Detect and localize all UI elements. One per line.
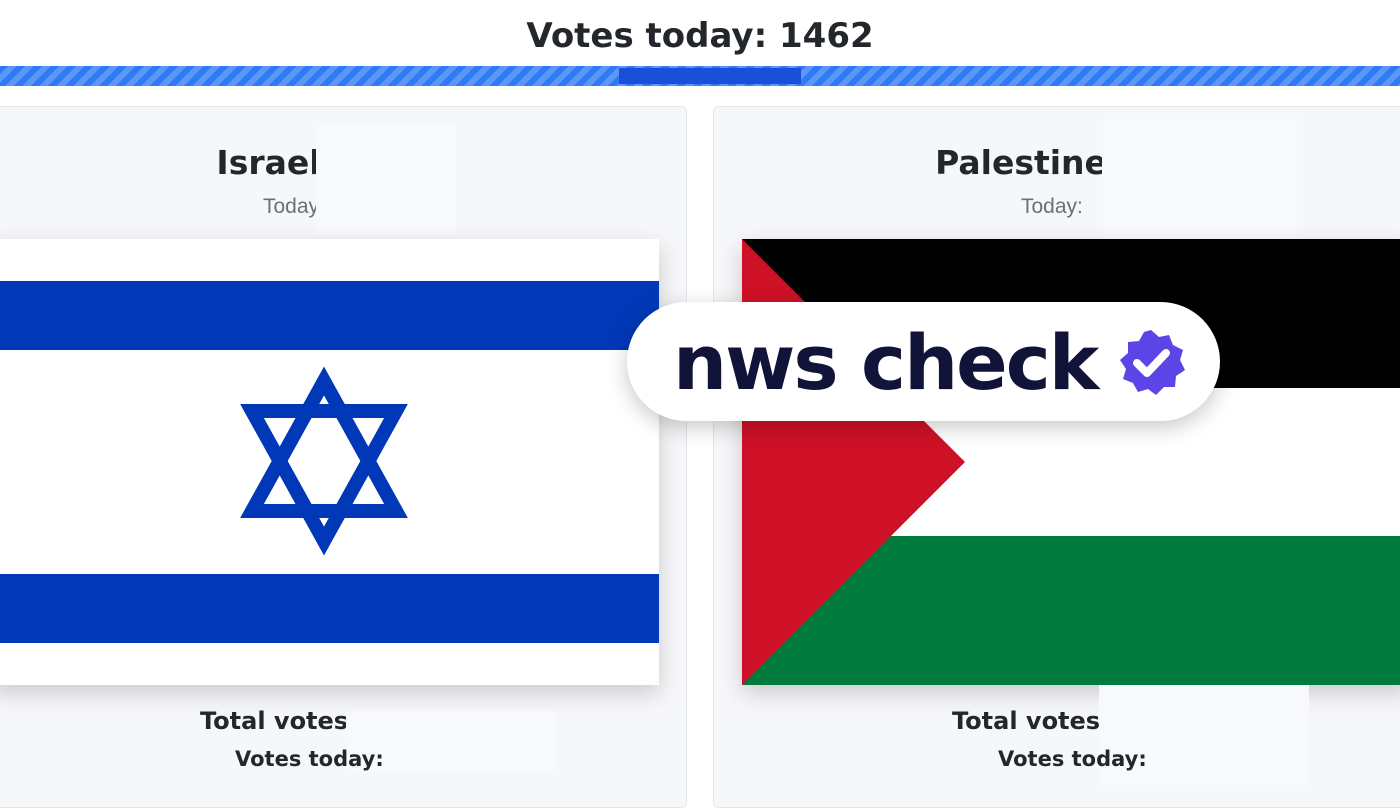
votes-today-heading: Votes today: 1462 — [526, 16, 874, 56]
israel-flag-image — [0, 239, 659, 685]
votes-today-label: Votes today: — [235, 747, 384, 771]
hidden-value-mask — [1102, 119, 1302, 239]
nws-check-watermark: nws check — [627, 302, 1220, 421]
watermark-text: nws check — [673, 318, 1099, 407]
israel-flag[interactable] — [0, 239, 659, 685]
hidden-value-mask — [316, 125, 456, 235]
total-votes-label: Total votes: — [952, 707, 1110, 735]
verified-check-icon — [1120, 330, 1185, 395]
total-votes-label: Total votes: — [200, 707, 358, 735]
country-title-israel: Israel — [216, 143, 321, 182]
israel-card[interactable]: Israel Today: Total votes: Votes today: — [0, 106, 687, 808]
votes-today-label: Votes today: — [998, 747, 1147, 771]
palestine-card[interactable]: Palestine Today: Total votes: Votes toda… — [713, 106, 1400, 808]
votes-progress-bar — [0, 66, 1400, 86]
today-label: Today: — [1021, 195, 1083, 218]
progress-fill — [619, 68, 801, 84]
